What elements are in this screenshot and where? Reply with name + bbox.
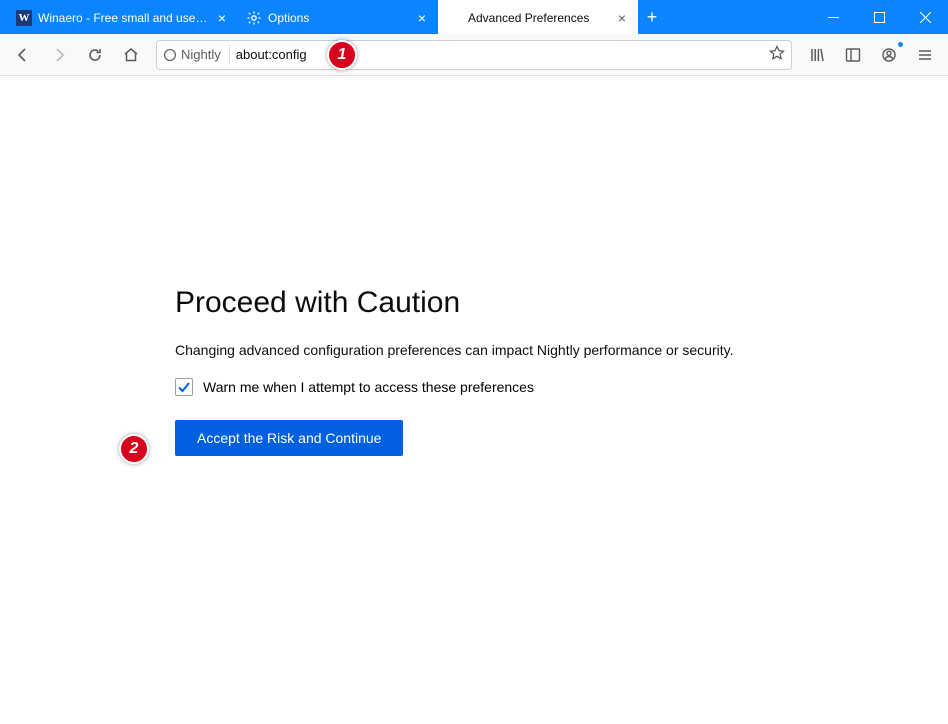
- page-content: Proceed with Caution Changing advanced c…: [0, 76, 948, 724]
- titlebar: W Winaero - Free small and usef… × Optio…: [0, 0, 948, 34]
- forward-button[interactable]: [42, 39, 76, 71]
- annotation-step-2: 2: [119, 434, 149, 464]
- nav-toolbar: Nightly about:config 1: [0, 34, 948, 76]
- warn-checkbox[interactable]: [175, 378, 193, 396]
- close-tab-icon[interactable]: ×: [614, 10, 630, 26]
- gear-icon: [246, 10, 262, 26]
- tab-label: Winaero - Free small and usef…: [38, 11, 208, 25]
- check-icon: [177, 380, 191, 394]
- caution-title: Proceed with Caution: [175, 286, 785, 320]
- sidebar-button[interactable]: [836, 39, 870, 71]
- close-tab-icon[interactable]: ×: [414, 10, 430, 26]
- site-identity[interactable]: Nightly: [163, 45, 230, 65]
- minimize-button[interactable]: [810, 0, 856, 34]
- bookmark-star-icon[interactable]: [769, 45, 785, 64]
- annotation-step-1: 1: [327, 40, 357, 70]
- blank-favicon: [446, 10, 462, 26]
- toolbar-right: [800, 39, 942, 71]
- identity-label: Nightly: [181, 47, 221, 62]
- close-window-button[interactable]: [902, 0, 948, 34]
- tab-label: Advanced Preferences: [468, 11, 608, 25]
- tab-options[interactable]: Options ×: [238, 0, 438, 34]
- notification-dot-icon: [898, 42, 903, 47]
- tab-winaero[interactable]: W Winaero - Free small and usef… ×: [8, 0, 238, 34]
- favicon-w-icon: W: [16, 10, 32, 26]
- window-controls: [810, 0, 948, 34]
- tab-strip: W Winaero - Free small and usef… × Optio…: [8, 0, 810, 34]
- url-bar[interactable]: Nightly about:config 1: [156, 40, 792, 70]
- url-text: about:config: [236, 47, 763, 62]
- reload-button[interactable]: [78, 39, 112, 71]
- library-button[interactable]: [800, 39, 834, 71]
- caution-panel: Proceed with Caution Changing advanced c…: [175, 286, 785, 456]
- new-tab-button[interactable]: +: [638, 0, 666, 34]
- accept-risk-button[interactable]: Accept the Risk and Continue: [175, 420, 403, 456]
- back-button[interactable]: [6, 39, 40, 71]
- warn-checkbox-row: Warn me when I attempt to access these p…: [175, 378, 785, 396]
- caution-description: Changing advanced configuration preferen…: [175, 342, 785, 358]
- home-button[interactable]: [114, 39, 148, 71]
- nightly-icon: [163, 48, 177, 62]
- close-tab-icon[interactable]: ×: [214, 10, 230, 26]
- app-menu-button[interactable]: [908, 39, 942, 71]
- account-button[interactable]: [872, 39, 906, 71]
- tab-label: Options: [268, 11, 408, 25]
- maximize-button[interactable]: [856, 0, 902, 34]
- warn-checkbox-label: Warn me when I attempt to access these p…: [203, 379, 534, 395]
- tab-advanced-prefs[interactable]: Advanced Preferences ×: [438, 0, 638, 34]
